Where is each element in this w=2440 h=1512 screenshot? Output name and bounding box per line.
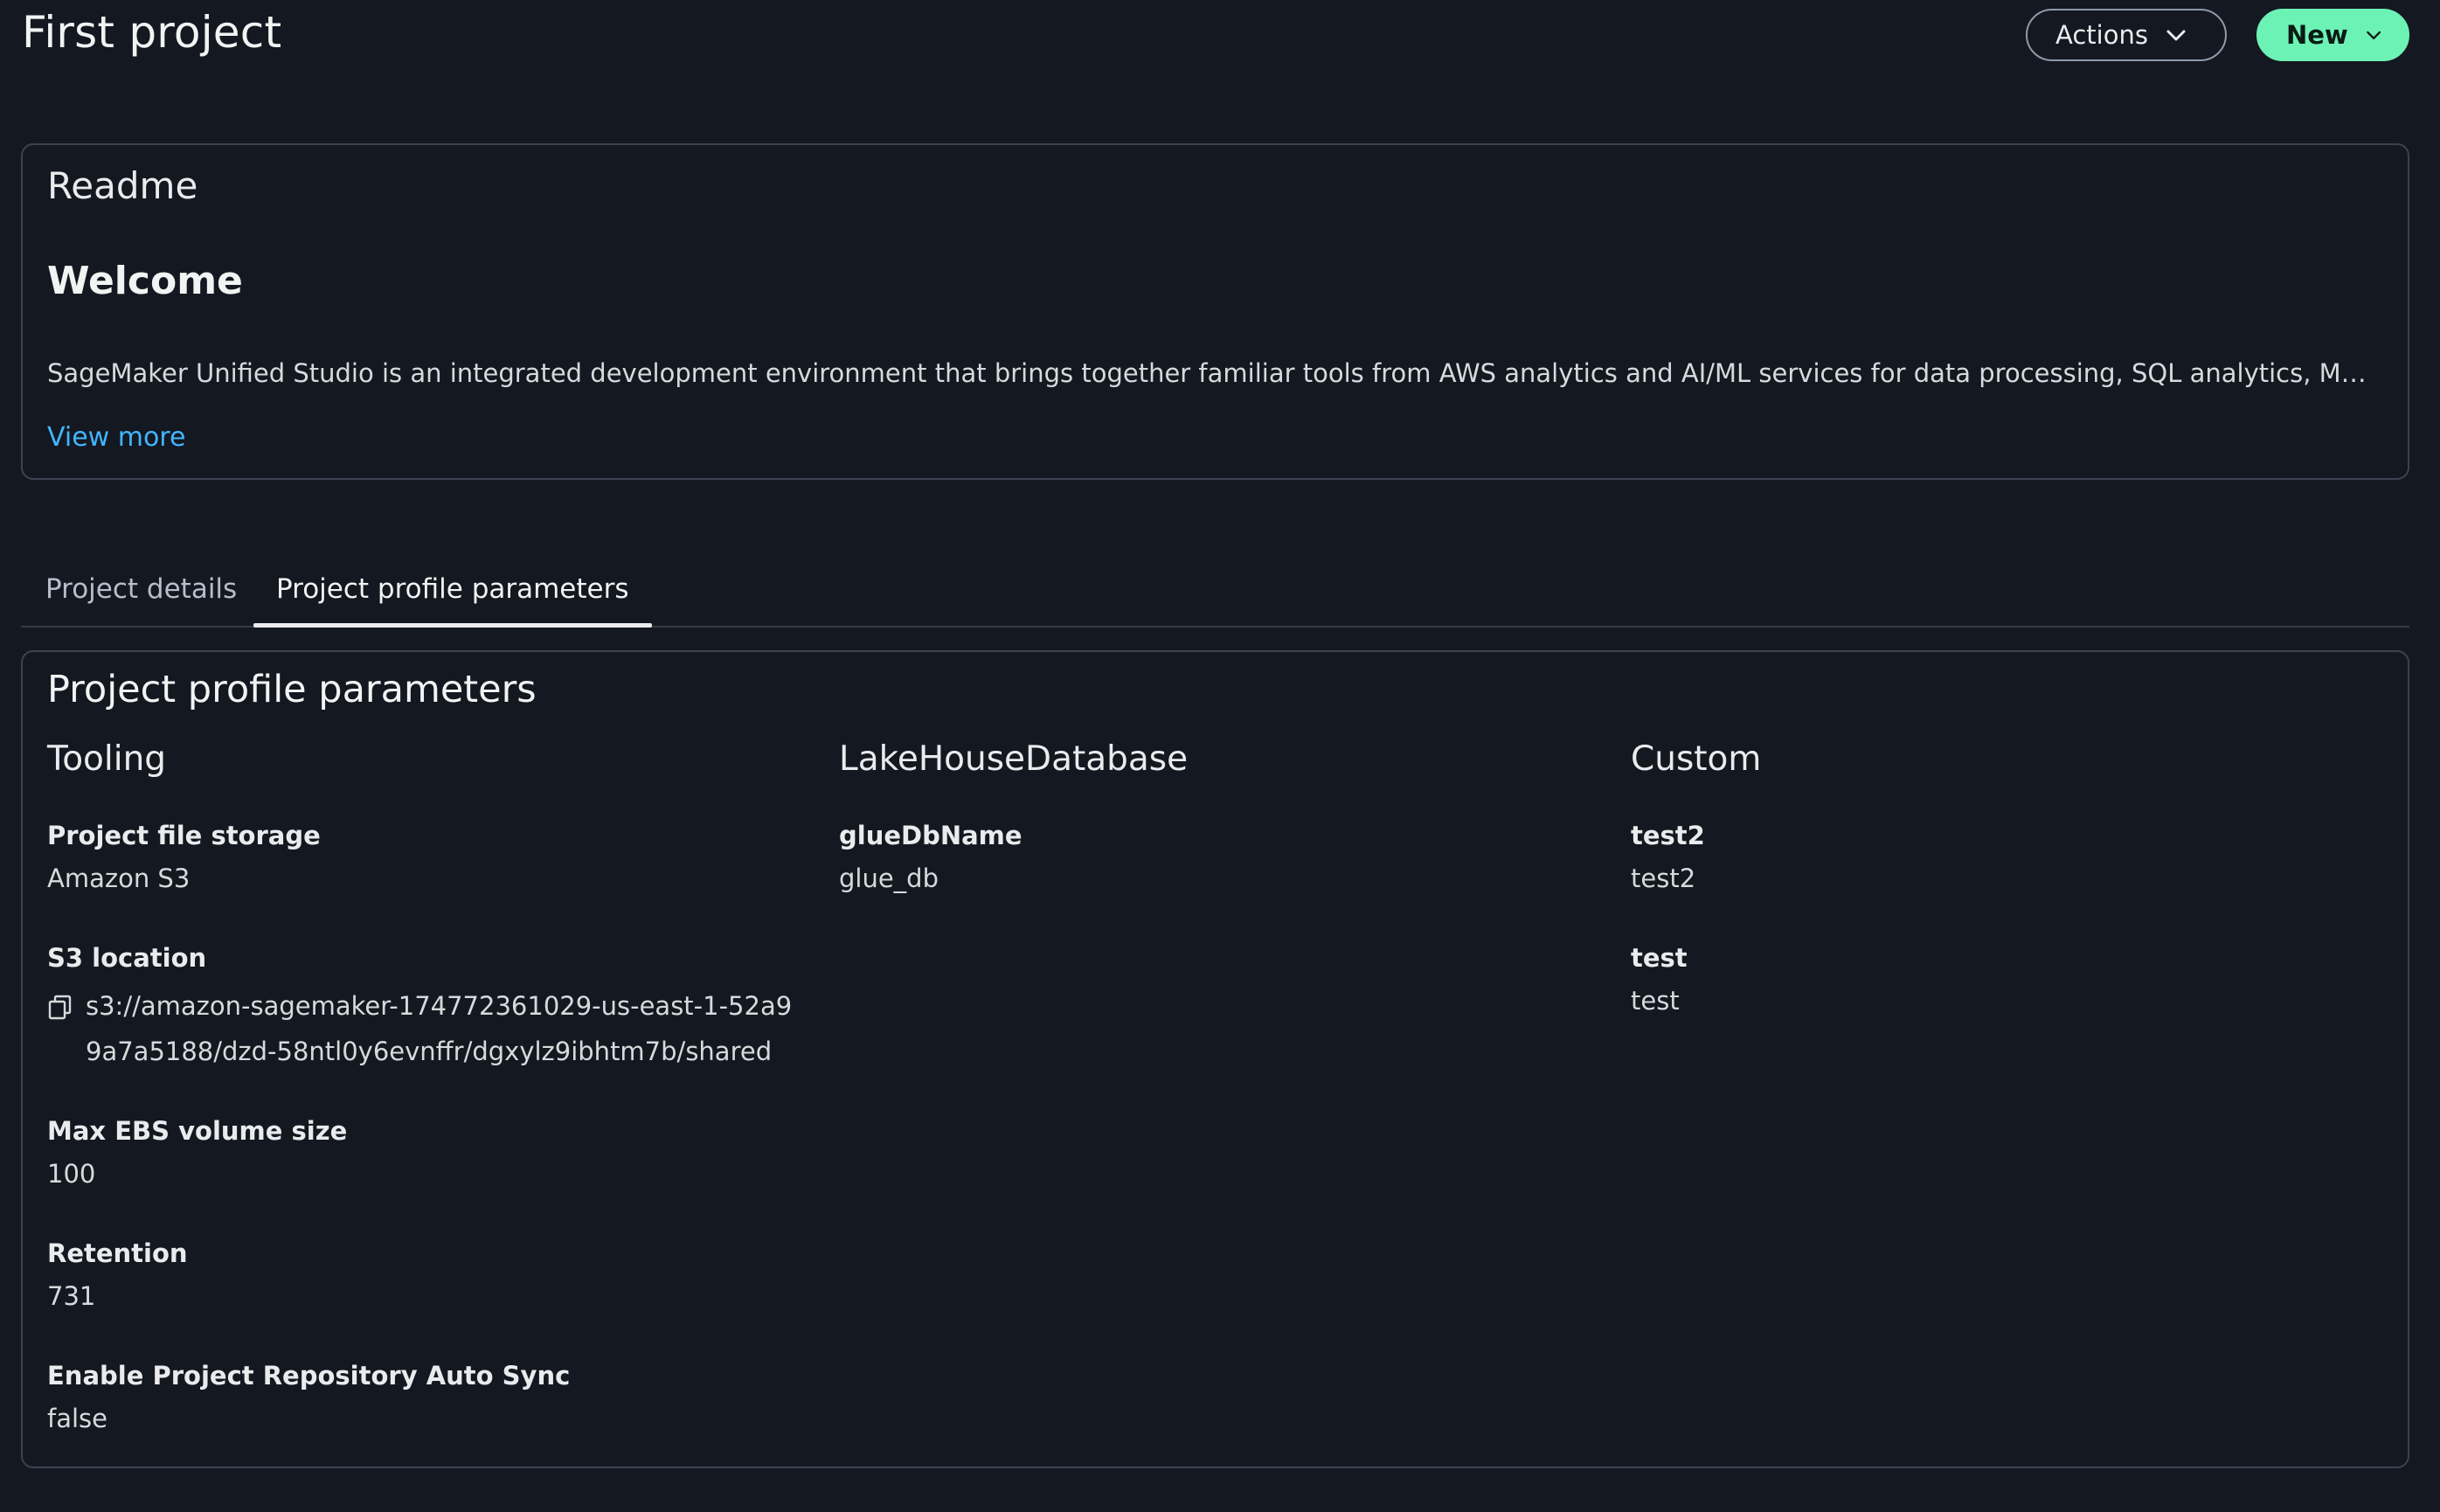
new-button[interactable]: New bbox=[2256, 9, 2409, 61]
tab-project-profile-parameters[interactable]: Project profile parameters bbox=[253, 566, 652, 628]
field-label: test2 bbox=[1631, 821, 1705, 850]
chevron-down-icon bbox=[2166, 30, 2186, 41]
project-profile-parameters-card: Project profile parameters Tooling Proje… bbox=[21, 650, 2409, 1468]
custom-column: Custom test2 test2 test test bbox=[1631, 739, 2400, 1023]
glue-db-name-field: glueDbName glue_db bbox=[839, 821, 1608, 901]
field-value: test2 bbox=[1631, 864, 1696, 893]
tooling-heading: Tooling bbox=[47, 739, 167, 779]
readme-title: Readme bbox=[47, 164, 198, 207]
s3-location-line-1: s3://amazon-sagemaker-174772361029-us-ea… bbox=[86, 991, 793, 1021]
field-value: Amazon S3 bbox=[47, 864, 191, 893]
readme-card: Readme Welcome SageMaker Unified Studio … bbox=[21, 143, 2409, 480]
field-label: Retention bbox=[47, 1238, 188, 1268]
s3-location-row: s3://amazon-sagemaker-174772361029-us-ea… bbox=[47, 983, 816, 1074]
auto-sync-field: Enable Project Repository Auto Sync fals… bbox=[47, 1361, 816, 1441]
s3-location-value: s3://amazon-sagemaker-174772361029-us-ea… bbox=[86, 983, 816, 1074]
field-value: glue_db bbox=[839, 864, 939, 893]
project-page: First project Actions New Readme Welcome… bbox=[0, 0, 2440, 1512]
field-label: test bbox=[1631, 943, 1688, 973]
readme-heading: Welcome bbox=[47, 259, 243, 303]
field-value: test bbox=[1631, 986, 1680, 1016]
actions-button-label: Actions bbox=[2055, 20, 2148, 50]
params-title: Project profile parameters bbox=[47, 668, 537, 711]
field-label: Project file storage bbox=[47, 821, 321, 850]
retention-field: Retention 731 bbox=[47, 1238, 816, 1319]
project-file-storage-field: Project file storage Amazon S3 bbox=[47, 821, 816, 901]
copy-icon[interactable] bbox=[47, 994, 73, 1020]
field-value: 100 bbox=[47, 1159, 96, 1189]
lakehouse-heading: LakeHouseDatabase bbox=[839, 739, 1189, 779]
test-field: test test bbox=[1631, 943, 2400, 1023]
actions-button[interactable]: Actions bbox=[2026, 9, 2227, 61]
readme-body: SageMaker Unified Studio is an integrate… bbox=[47, 358, 2372, 388]
chevron-down-icon bbox=[2366, 31, 2381, 39]
field-label: Max EBS volume size bbox=[47, 1116, 348, 1146]
lakehouse-database-column: LakeHouseDatabase glueDbName glue_db bbox=[839, 739, 1608, 901]
s3-location-line-2: 9a7a5188/dzd-58ntl0y6evnffr/dgxylz9ibhtm… bbox=[86, 1037, 773, 1066]
field-label: S3 location bbox=[47, 943, 207, 973]
new-button-label: New bbox=[2286, 20, 2348, 50]
field-label: Enable Project Repository Auto Sync bbox=[47, 1361, 571, 1391]
test2-field: test2 test2 bbox=[1631, 821, 2400, 901]
s3-location-field: S3 location s3://amazon-sagemaker-174772… bbox=[47, 943, 816, 1074]
tab-project-details[interactable]: Project details bbox=[23, 566, 260, 626]
page-title: First project bbox=[22, 7, 282, 58]
field-value: false bbox=[47, 1404, 107, 1433]
custom-heading: Custom bbox=[1631, 739, 1762, 779]
view-more-link[interactable]: View more bbox=[47, 422, 185, 453]
field-value: 731 bbox=[47, 1281, 96, 1311]
max-ebs-volume-size-field: Max EBS volume size 100 bbox=[47, 1116, 816, 1196]
field-label: glueDbName bbox=[839, 821, 1022, 850]
tooling-column: Tooling Project file storage Amazon S3 S… bbox=[47, 739, 816, 1441]
tab-bar: Project details Project profile paramete… bbox=[21, 559, 2409, 628]
